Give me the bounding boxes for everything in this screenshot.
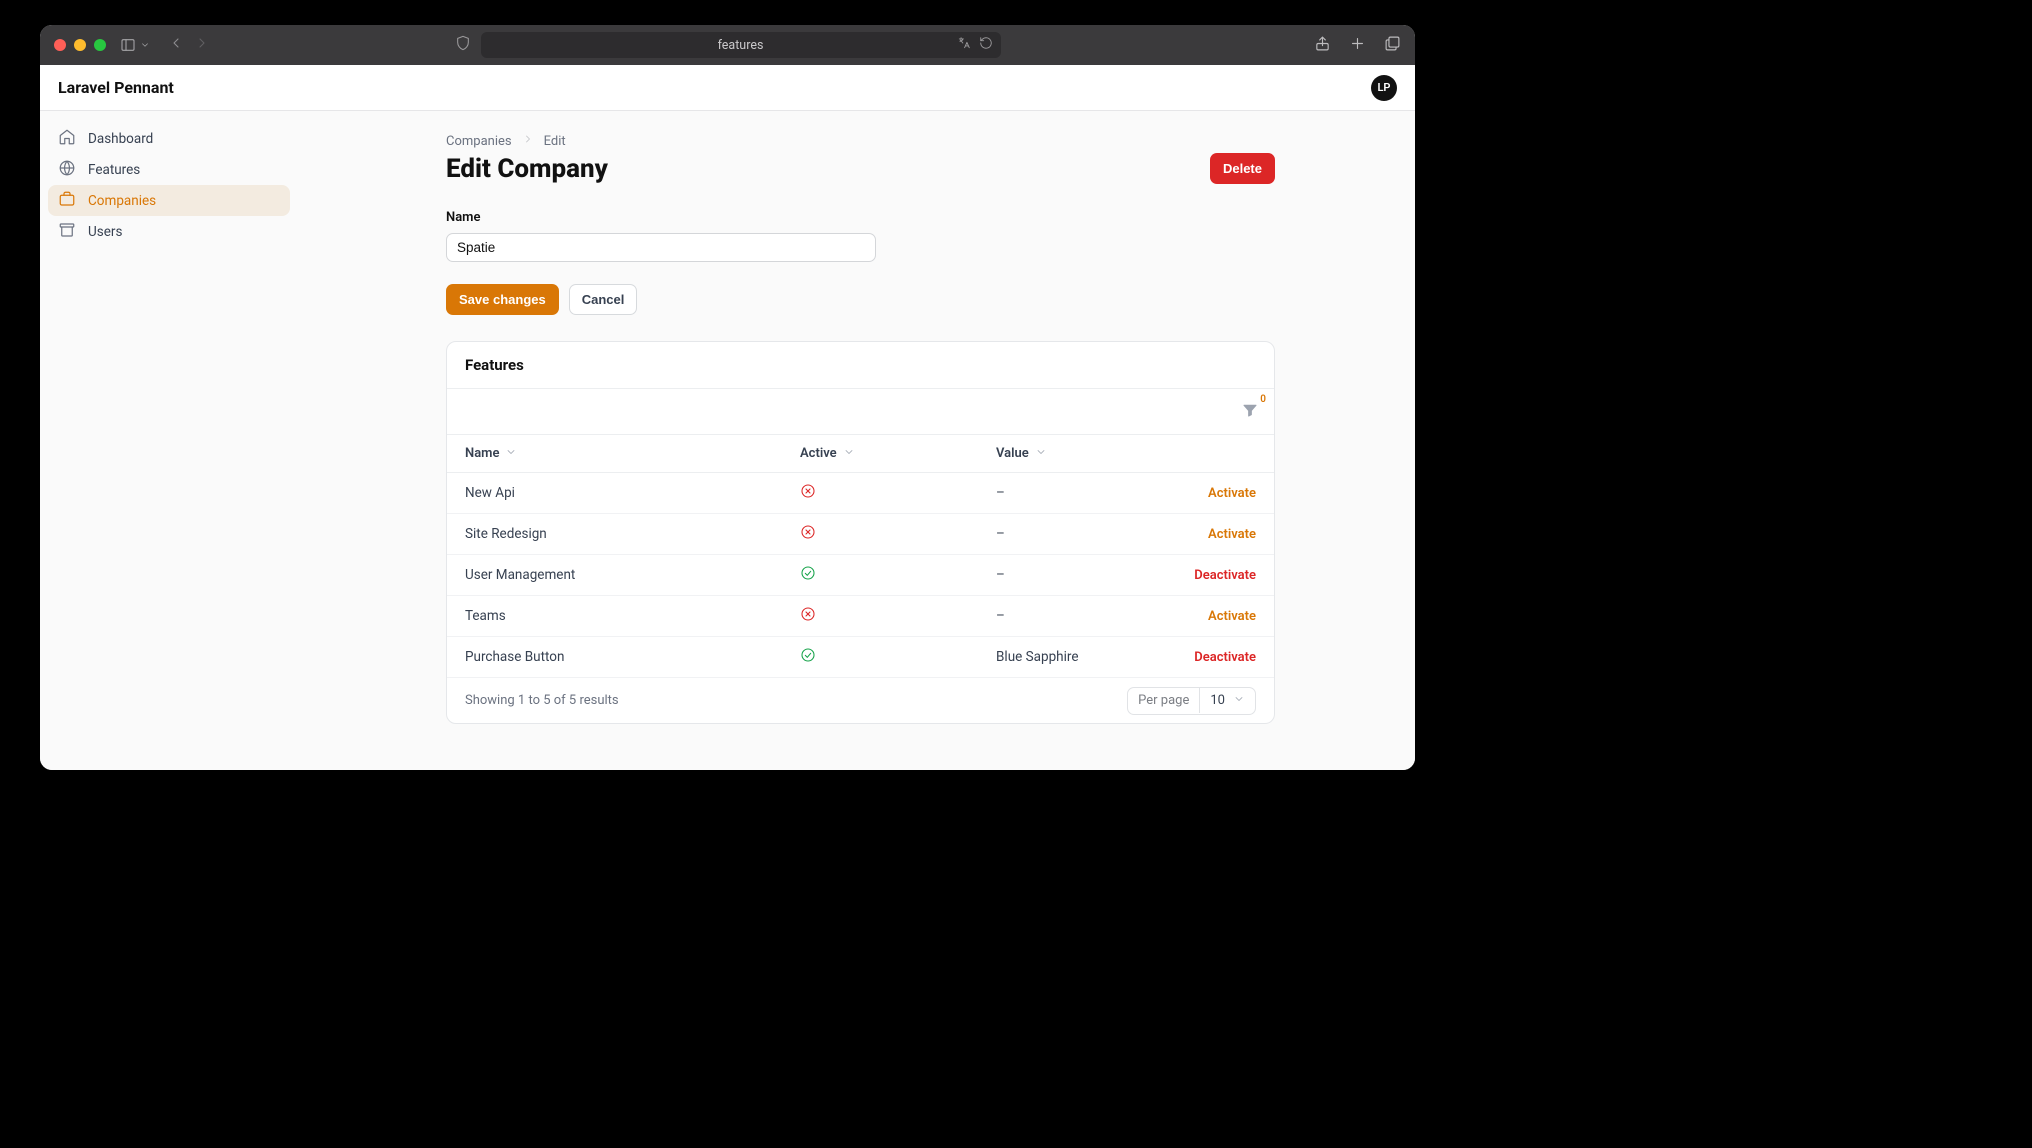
column-value[interactable]: Value [996,446,1136,462]
briefcase-icon [58,190,76,212]
sidebar-item-label: Dashboard [88,131,153,147]
cancel-button[interactable]: Cancel [569,284,638,315]
avatar[interactable]: LP [1371,75,1397,101]
feature-name: Purchase Button [465,649,800,665]
browser-titlebar: features [40,25,1415,65]
forward-button[interactable] [194,35,210,55]
table-row: Purchase Button Blue Sapphire Deactivate [447,637,1274,678]
flag-icon [58,159,76,181]
x-circle-icon [800,606,816,622]
results-summary: Showing 1 to 5 of 5 results [465,693,619,708]
feature-value: – [996,526,1136,542]
filter-bar: 0 [447,389,1274,435]
share-icon[interactable] [1314,35,1331,56]
sidebar-item-label: Features [88,162,140,178]
activate-link[interactable]: Activate [1208,609,1256,624]
page-title: Edit Company [446,154,608,184]
app-brand: Laravel Pennant [58,78,174,97]
activate-link[interactable]: Activate [1208,486,1256,501]
app-header: Laravel Pennant LP [40,65,1415,111]
deactivate-link[interactable]: Deactivate [1194,568,1256,583]
per-page-label: Per page [1128,688,1200,713]
feature-value: Blue Sapphire [996,649,1136,665]
feature-value: – [996,608,1136,624]
browser-window: features Laravel Pennant LP Dashboard [40,25,1415,770]
per-page-value: 10 [1210,693,1225,708]
table-row: New Api – Activate [447,473,1274,514]
zoom-window-button[interactable] [94,39,106,51]
table-row: User Management – Deactivate [447,555,1274,596]
minimize-window-button[interactable] [74,39,86,51]
chevron-down-icon [1233,693,1245,709]
back-button[interactable] [168,35,184,55]
filter-button[interactable]: 0 [1242,402,1258,422]
address-text: features [718,38,764,53]
name-input[interactable] [446,233,876,262]
filter-badge: 0 [1260,394,1266,405]
x-circle-icon [800,524,816,540]
chevron-down-icon [843,446,855,462]
panel-title: Features [447,342,1274,389]
chevron-down-icon [505,446,517,462]
chevron-right-icon [522,133,534,149]
table-header: Name Active Value [447,435,1274,473]
x-circle-icon [800,483,816,499]
table-row: Teams – Activate [447,596,1274,637]
feature-name: Teams [465,608,800,624]
delete-button[interactable]: Delete [1210,153,1275,184]
save-button[interactable]: Save changes [446,284,559,315]
home-icon [58,128,76,150]
feature-name: Site Redesign [465,526,800,542]
sidebar-item-dashboard[interactable]: Dashboard [48,123,290,154]
activate-link[interactable]: Activate [1208,527,1256,542]
breadcrumb: Companies Edit [446,133,1275,149]
feature-value: – [996,567,1136,583]
sidebar-item-users[interactable]: Users [48,216,290,247]
per-page-selector[interactable]: Per page 10 [1127,687,1256,715]
sidebar: Dashboard Features Companies Users [40,111,298,770]
shield-icon [455,35,471,55]
reload-icon[interactable] [979,36,993,54]
feature-value: – [996,485,1136,501]
sidebar-item-label: Users [88,224,122,240]
table-row: Site Redesign – Activate [447,514,1274,555]
name-label: Name [446,210,1275,225]
archive-icon [58,221,76,243]
main-content: Companies Edit Edit Company Delete Name … [298,111,1415,770]
check-circle-icon [800,565,816,581]
column-name[interactable]: Name [465,446,800,462]
close-window-button[interactable] [54,39,66,51]
breadcrumb-parent[interactable]: Companies [446,134,512,149]
sidebar-item-companies[interactable]: Companies [48,185,290,216]
deactivate-link[interactable]: Deactivate [1194,650,1256,665]
feature-name: User Management [465,567,800,583]
sidebar-item-features[interactable]: Features [48,154,290,185]
translate-icon[interactable] [957,36,971,54]
feature-name: New Api [465,485,800,501]
chevron-down-icon [1035,446,1047,462]
traffic-lights [54,39,106,51]
check-circle-icon [800,647,816,663]
features-panel: Features 0 Name Active [446,341,1275,724]
table-footer: Showing 1 to 5 of 5 results Per page 10 [447,678,1274,723]
sidebar-item-label: Companies [88,193,156,209]
sidebar-toggle-button[interactable] [120,37,150,53]
column-active[interactable]: Active [800,446,996,462]
address-bar[interactable]: features [481,32,1001,58]
new-tab-icon[interactable] [1349,35,1366,56]
tabs-overview-icon[interactable] [1384,35,1401,56]
breadcrumb-current: Edit [544,134,566,149]
